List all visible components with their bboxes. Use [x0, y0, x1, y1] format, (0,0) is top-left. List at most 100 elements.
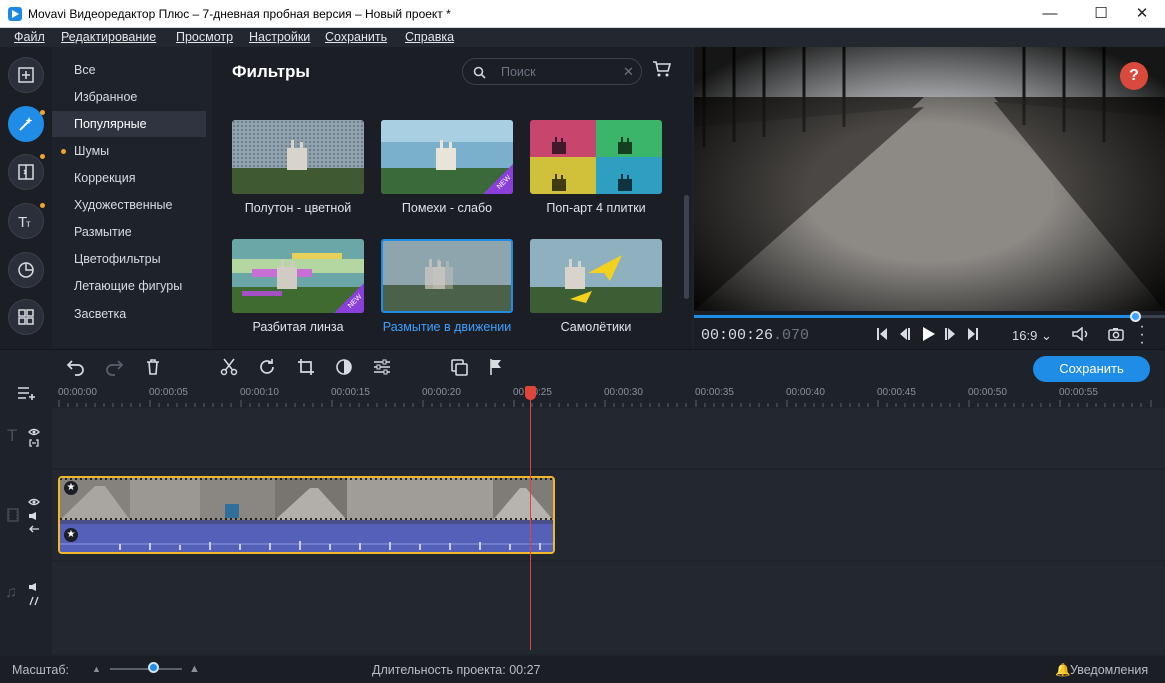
transitions-button[interactable] [8, 154, 44, 190]
filters-icon [19, 117, 33, 131]
timecode-main: 00:00:26 [701, 327, 774, 344]
volume-speaker-icon[interactable] [28, 582, 40, 592]
clear-search-icon[interactable]: ✕ [623, 64, 634, 80]
next-frame-icon[interactable] [945, 327, 957, 341]
menu-help[interactable]: Справка [405, 30, 454, 44]
aspect-ratio-select[interactable]: 16:9 ⌄ [1012, 328, 1052, 344]
category-item[interactable]: Художественные [52, 192, 206, 218]
zoom-slider-knob[interactable] [148, 662, 159, 673]
ruler-tick-label: 00:00:55 [1059, 387, 1098, 398]
more-tools-button[interactable] [8, 299, 44, 335]
link-icon[interactable] [28, 596, 40, 606]
playback-progress[interactable] [694, 315, 1135, 318]
category-item[interactable]: Цветофильтры [52, 246, 206, 272]
color-adjust-icon[interactable] [335, 358, 353, 376]
snapshot-camera-icon[interactable] [1108, 327, 1124, 341]
audio-effects-star-icon[interactable]: ★ [64, 528, 78, 542]
link-arrow-icon[interactable] [28, 525, 40, 533]
title-track[interactable] [52, 408, 1165, 468]
playhead-handle[interactable] [525, 386, 536, 400]
menu-save[interactable]: Сохранить [325, 30, 387, 44]
link-icon[interactable] [28, 439, 40, 447]
search-box: ✕ [462, 58, 642, 85]
filter-thumbnail-paper-planes[interactable] [530, 239, 662, 313]
more-options-icon[interactable]: · · · [1138, 319, 1146, 351]
clip-effects-star-icon[interactable]: ★ [64, 481, 78, 495]
minimize-button[interactable]: — [1027, 0, 1073, 28]
chevron-down-icon: ⌄ [1040, 328, 1052, 343]
crop-icon[interactable] [297, 358, 315, 376]
category-item[interactable]: Размытие [52, 219, 206, 245]
delete-trash-icon[interactable] [145, 358, 161, 376]
category-item[interactable]: Все [52, 57, 206, 83]
maximize-button[interactable]: ☐ [1078, 0, 1124, 28]
menu-view[interactable]: Просмотр [176, 30, 233, 44]
add-track-icon[interactable] [17, 385, 37, 401]
category-item[interactable]: Летающие фигуры [52, 273, 206, 299]
titles-icon: Tт [18, 214, 31, 230]
store-cart-icon[interactable] [652, 60, 672, 78]
video-preview[interactable]: ? [694, 47, 1165, 311]
filter-label: Полутон - цветной [244, 201, 352, 215]
category-item-selected[interactable]: Популярные [52, 111, 206, 137]
filter-thumbnail-motion-blur[interactable] [381, 239, 513, 313]
close-button[interactable]: ✕ [1119, 0, 1165, 28]
menu-file[interactable]: Файл [14, 30, 45, 44]
stickers-button[interactable] [8, 252, 44, 288]
timeline-toolbar: Сохранить [0, 349, 1165, 387]
filter-thumbnail-halftone[interactable] [232, 120, 364, 194]
ruler-tick-label: 00:00:05 [149, 387, 188, 398]
svg-text:т: т [26, 219, 31, 230]
bell-icon[interactable]: 🔔 [1055, 663, 1071, 678]
skip-end-icon[interactable] [967, 327, 979, 341]
category-item[interactable]: Избранное [52, 84, 206, 110]
filter-label: Поп-арт 4 плитки [546, 201, 646, 215]
ruler-tick-label: 00:00:35 [695, 387, 734, 398]
previous-frame-icon[interactable] [898, 327, 910, 341]
play-icon[interactable] [922, 326, 936, 342]
marker-flag-icon[interactable] [489, 358, 503, 376]
clip-audio-waveform [60, 524, 553, 552]
menu-settings[interactable]: Настройки [249, 30, 310, 44]
text-track-icon: T [7, 426, 18, 445]
audio-track[interactable] [52, 562, 1165, 654]
import-button[interactable] [8, 57, 44, 93]
undo-icon[interactable] [66, 358, 86, 376]
video-clip[interactable]: ★ ★ [58, 476, 555, 554]
visibility-eye-icon[interactable] [28, 498, 40, 506]
help-button[interactable]: ? [1120, 62, 1148, 90]
new-dot [40, 203, 45, 208]
category-item[interactable]: Засветка [52, 301, 206, 327]
filter-thumbnail-noise[interactable]: NEW [381, 120, 513, 194]
cut-scissors-icon[interactable] [220, 358, 238, 376]
visibility-eye-icon[interactable] [28, 428, 40, 436]
filter-label: Разбитая линза [252, 320, 344, 334]
volume-icon[interactable] [1072, 327, 1090, 341]
zoom-slider-track[interactable] [110, 668, 182, 670]
menu-edit[interactable]: Редактирование [61, 30, 156, 44]
skip-start-icon[interactable] [876, 327, 888, 341]
new-dot [40, 110, 45, 115]
filter-thumbnail-broken-lens[interactable]: NEW [232, 239, 364, 313]
timeline-ruler[interactable]: 00:00:00 00:00:05 00:00:10 00:00:15 00:0… [52, 387, 1165, 407]
record-voice-icon[interactable] [450, 358, 468, 376]
ruler-tick-label: 00:00:15 [331, 387, 370, 398]
filters-scrollbar[interactable] [684, 195, 689, 299]
ruler-tick-label: 00:00:40 [786, 387, 825, 398]
search-input[interactable] [501, 63, 611, 81]
zoom-in-mountain-icon[interactable]: ▲ [189, 663, 200, 675]
clip-properties-icon[interactable] [373, 358, 391, 376]
window-title: Movavi Видеоредактор Плюс – 7-дневная пр… [28, 7, 451, 21]
filter-thumbnail-popart[interactable] [530, 120, 662, 194]
notifications-link[interactable]: Уведомления [1070, 663, 1148, 677]
castle-image [383, 241, 511, 311]
filters-button[interactable] [8, 106, 44, 142]
category-item[interactable]: Коррекция [52, 165, 206, 191]
save-button[interactable]: Сохранить [1033, 356, 1150, 382]
zoom-out-mountain-icon[interactable]: ▲ [92, 664, 101, 674]
titles-button[interactable]: Tт [8, 203, 44, 239]
category-item[interactable]: Шумы [52, 138, 206, 164]
mute-speaker-icon[interactable] [28, 511, 40, 521]
rotate-icon[interactable] [258, 358, 276, 376]
redo-icon[interactable] [104, 358, 124, 376]
